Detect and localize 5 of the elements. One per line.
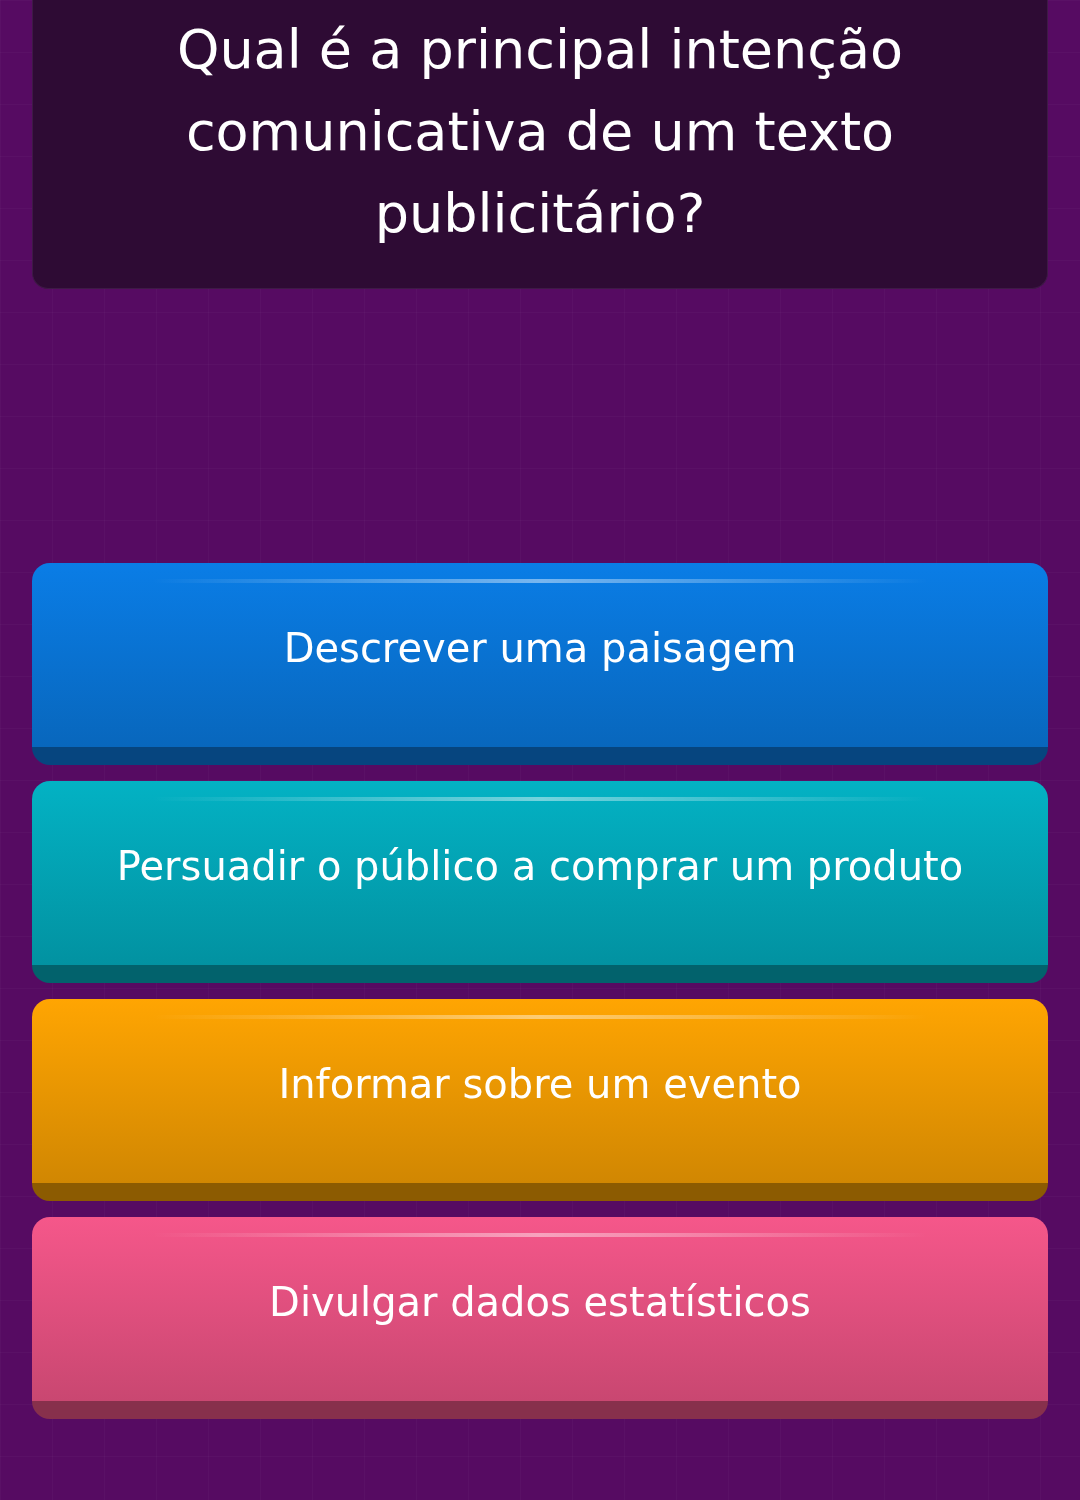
answer-button[interactable]: Divulgar dados estatísticos	[32, 1217, 1048, 1419]
answer-button[interactable]: Informar sobre um evento	[32, 999, 1048, 1201]
answer-button[interactable]: Descrever uma paisagem	[32, 563, 1048, 765]
question-text: Qual é a principal intenção comunicativa de um texto publicitário?	[175, 17, 905, 247]
answer-button[interactable]: Persuadir o público a comprar um produto	[32, 781, 1048, 983]
